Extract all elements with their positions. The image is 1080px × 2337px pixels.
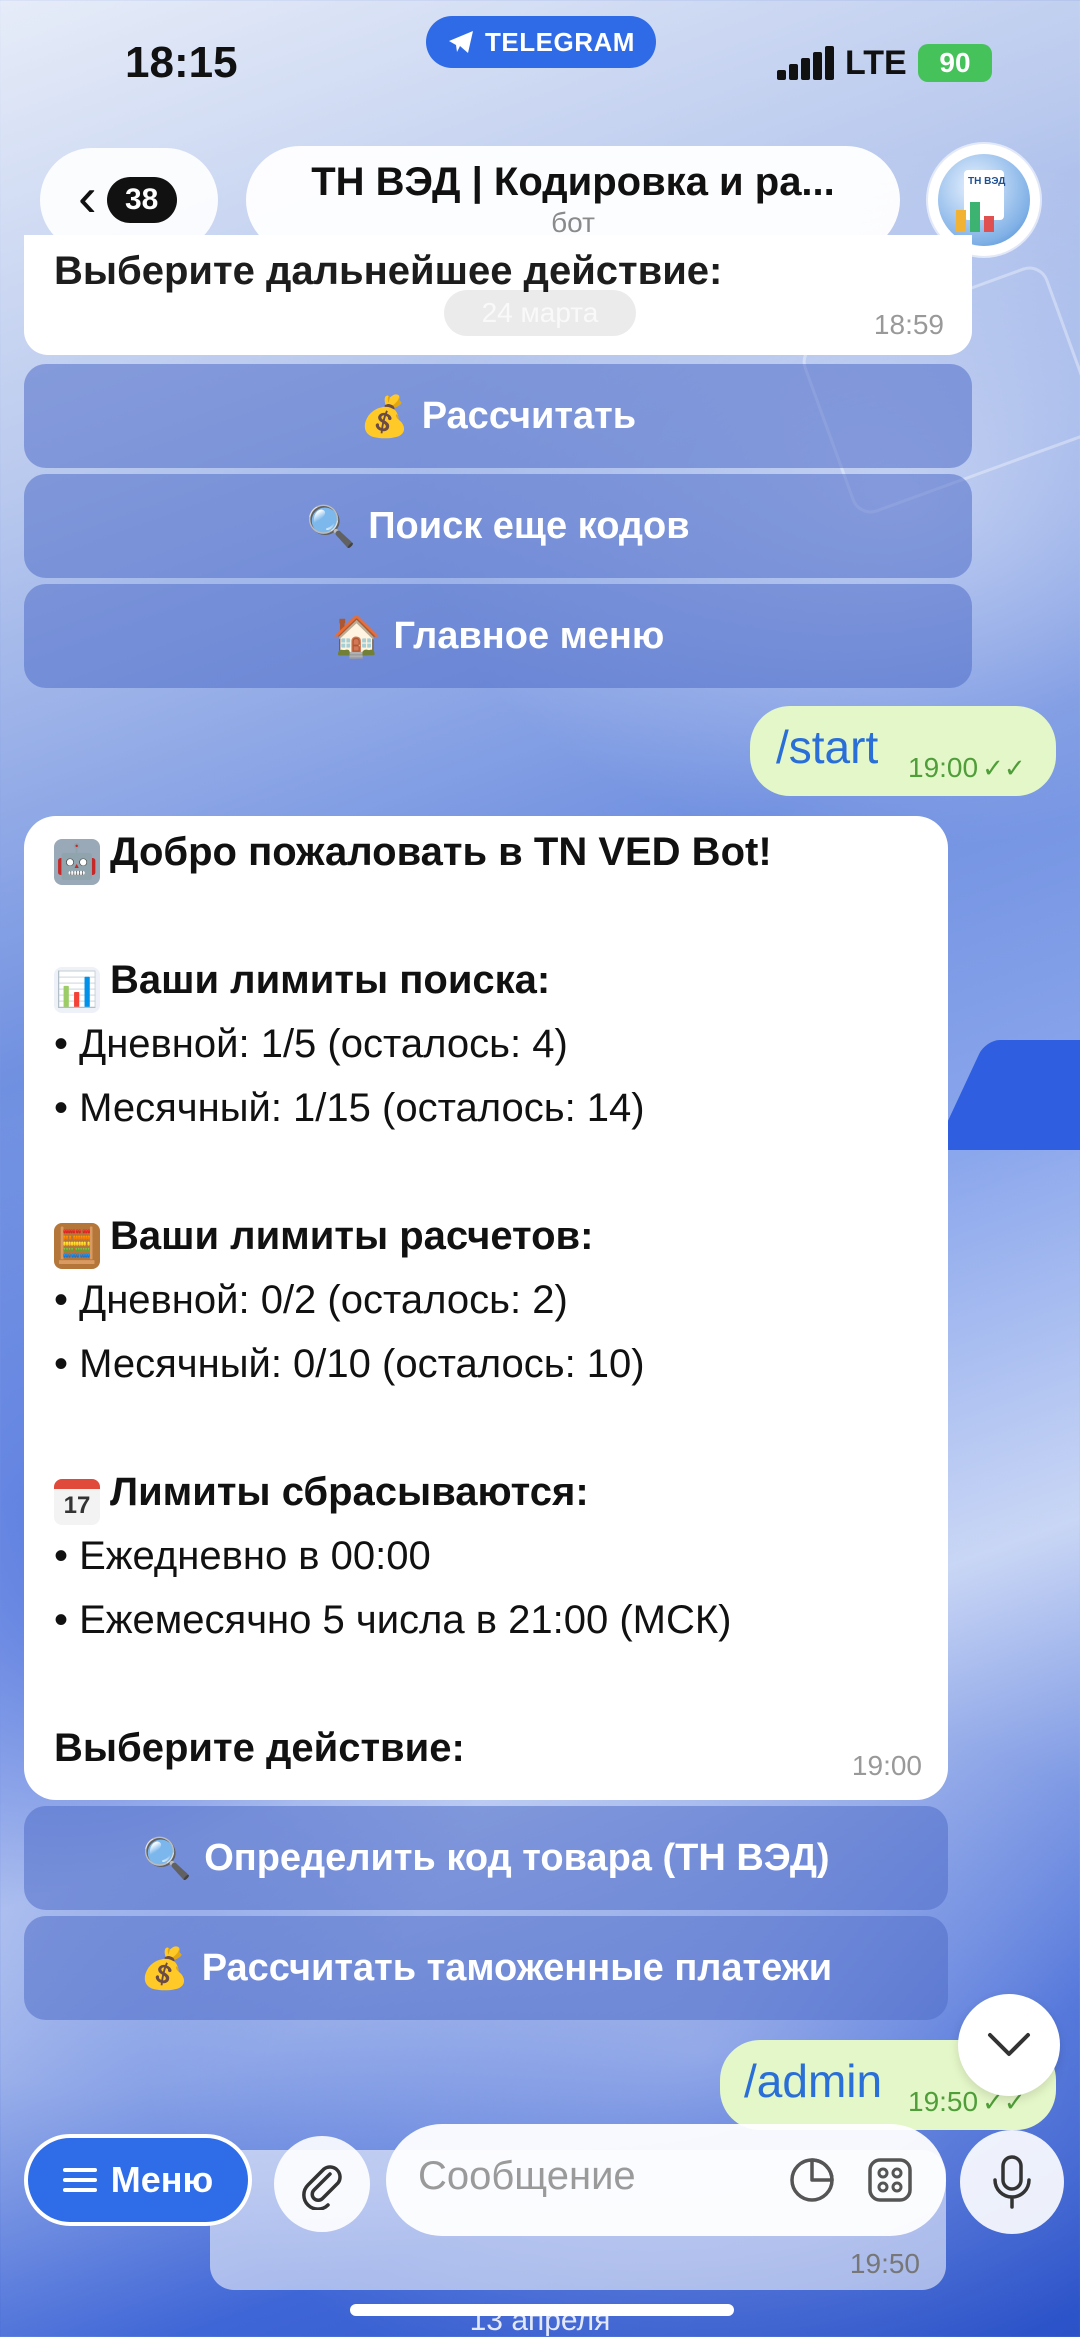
- calc-daily-limit: • Дневной: 0/2 (осталось: 2): [54, 1278, 568, 1322]
- telegram-pill-label: TELEGRAM: [485, 26, 635, 57]
- message-text: Выберите дальнейшее действие:: [54, 249, 723, 293]
- calendar-icon: 17: [54, 1479, 100, 1525]
- home-indicator: [350, 2304, 734, 2316]
- clock: 18:15: [125, 38, 238, 87]
- message-input[interactable]: Сообщение: [386, 2124, 946, 2236]
- telegram-icon: [449, 31, 474, 53]
- date-separator: 24 марта: [444, 290, 636, 336]
- menu-icon: [62, 2168, 97, 2192]
- abacus-icon: 🧮: [54, 1223, 100, 1269]
- chevron-down-icon: [988, 2033, 1030, 2056]
- battery-icon: 90: [918, 44, 992, 82]
- magnifier-icon: 🔍: [142, 1836, 193, 1881]
- telegram-pill[interactable]: TELEGRAM: [426, 16, 656, 68]
- inline-button-customs-payments[interactable]: 💰 Рассчитать таможенные платежи: [24, 1916, 948, 2020]
- reset-header: Лимиты сбрасываются:: [110, 1470, 589, 1514]
- search-daily-limit: • Дневной: 1/5 (осталось: 4): [54, 1022, 568, 1066]
- outgoing-message: /start 19:00 ✓✓: [750, 706, 1056, 796]
- inline-button-main-menu[interactable]: 🏠 Главное меню: [24, 584, 972, 688]
- inline-button-find-code[interactable]: 🔍 Определить код товара (ТН ВЭД): [24, 1806, 948, 1910]
- calc-monthly-limit: • Месячный: 0/10 (осталось: 10): [54, 1342, 645, 1386]
- message-time: 19:50: [849, 2248, 920, 2279]
- inline-button-label: Определить код товара (ТН ВЭД): [204, 1836, 830, 1879]
- bot-message-welcome: 🤖 Добро пожаловать в TN VED Bot! 📊 Ваши ли…: [24, 816, 948, 1800]
- money-bag-icon: 💰: [359, 394, 410, 439]
- search-limits-header: Ваши лимиты поиска:: [110, 958, 551, 1002]
- wallpaper-shape: [934, 1040, 1080, 1150]
- bot-logo: ТН ВЭД: [938, 154, 1030, 246]
- message-time: 19:50: [908, 2086, 979, 2117]
- battery-level: 90: [939, 47, 971, 78]
- reset-daily: • Ежедневно в 00:00: [54, 1534, 431, 1578]
- command-link[interactable]: /admin: [744, 2054, 882, 2108]
- sticker-icon[interactable]: [786, 2154, 838, 2206]
- chat-title: ТН ВЭД | Кодировка и ра...: [311, 160, 835, 204]
- house-icon: 🏠: [331, 614, 382, 659]
- welcome-title: Добро пожаловать в TN VED Bot!: [110, 830, 772, 874]
- voice-record-button[interactable]: [960, 2130, 1064, 2234]
- message-placeholder: Сообщение: [418, 2154, 636, 2198]
- reset-monthly: • Ежемесячно 5 числа в 21:00 (МСК): [54, 1598, 732, 1642]
- attach-menu-icon[interactable]: [864, 2154, 916, 2206]
- choose-action: Выберите действие:: [54, 1726, 465, 1770]
- money-bag-icon: 💰: [139, 1946, 190, 1991]
- bot-menu-button[interactable]: Меню: [24, 2134, 252, 2226]
- calc-limits-header: Ваши лимиты расчетов:: [110, 1214, 594, 1258]
- message-time: 19:00: [908, 752, 979, 783]
- command-link[interactable]: /start: [776, 720, 878, 774]
- status-bar: 18:15 TELEGRAM LTE 90: [0, 0, 1080, 120]
- microphone-icon: [993, 2155, 1031, 2209]
- menu-label: Меню: [110, 2159, 214, 2200]
- inline-button-label: Рассчитать таможенные платежи: [201, 1946, 833, 1989]
- inline-button-calculate[interactable]: 💰 Рассчитать: [24, 364, 972, 468]
- attach-button[interactable]: [274, 2136, 370, 2232]
- magnifier-icon: 🔍: [306, 504, 357, 549]
- message-time: 18:59: [873, 309, 944, 340]
- robot-icon: 🤖: [54, 839, 100, 885]
- scroll-to-bottom-button[interactable]: [958, 1994, 1060, 2096]
- read-checkmarks-icon: ✓✓: [982, 753, 1026, 783]
- signal-icon: [777, 46, 835, 80]
- message-time: 19:00: [851, 1750, 922, 1781]
- search-monthly-limit: • Месячный: 1/15 (осталось: 14): [54, 1086, 645, 1130]
- inline-button-label: Рассчитать: [421, 394, 637, 437]
- paperclip-icon: [302, 2165, 342, 2210]
- unread-badge: 38: [106, 177, 177, 223]
- inline-button-search-more[interactable]: 🔍 Поиск еще кодов: [24, 474, 972, 578]
- bar-chart-icon: 📊: [54, 967, 100, 1013]
- network-type: LTE: [845, 44, 907, 82]
- inline-button-label: Поиск еще кодов: [368, 504, 690, 547]
- inline-button-label: Главное меню: [393, 614, 665, 657]
- chevron-left-icon: ‹: [78, 165, 97, 228]
